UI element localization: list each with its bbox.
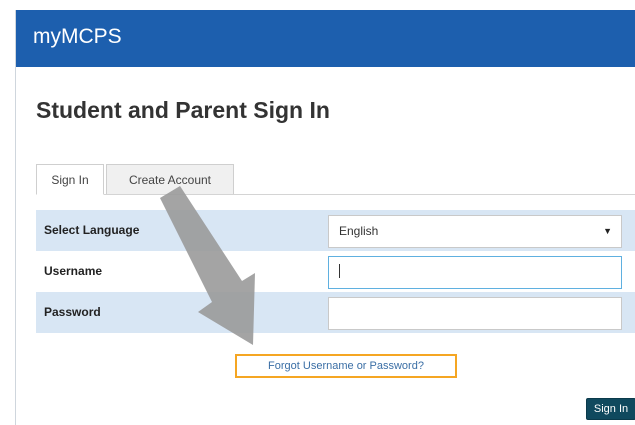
tab-create-account[interactable]: Create Account (106, 164, 234, 194)
tab-divider-line (36, 194, 635, 195)
brand-logo-text[interactable]: myMCPS (33, 25, 122, 49)
username-label: Username (44, 264, 103, 278)
password-label: Password (44, 305, 101, 319)
forgot-username-password-link[interactable]: Forgot Username or Password? (235, 354, 457, 378)
caret-down-icon: ▼ (603, 226, 612, 236)
language-select[interactable]: English ▼ (328, 215, 622, 248)
language-selected-value: English (339, 224, 379, 238)
language-row: Select Language English ▼ (36, 210, 635, 251)
page-title: Student and Parent Sign In (36, 97, 330, 123)
sign-in-window: myMCPS Student and Parent Sign In Sign I… (15, 10, 635, 425)
password-row: Password (36, 292, 635, 333)
text-cursor (339, 264, 340, 278)
username-input[interactable] (328, 256, 622, 289)
top-header-bar: myMCPS (16, 10, 635, 67)
sign-in-tabs: Sign In Create Account (36, 164, 635, 195)
tab-sign-in[interactable]: Sign In (36, 164, 104, 195)
password-input[interactable] (328, 297, 622, 330)
username-row: Username (36, 251, 635, 292)
language-label: Select Language (44, 223, 140, 237)
sign-in-button[interactable]: Sign In (586, 398, 635, 420)
